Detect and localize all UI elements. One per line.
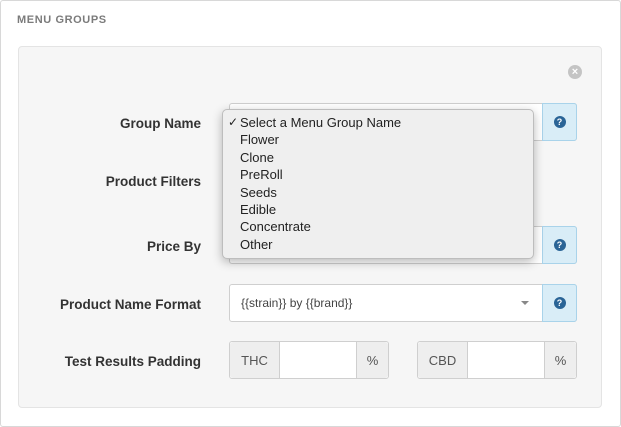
close-icon[interactable]: × (568, 65, 582, 79)
caret-down-icon (521, 301, 529, 305)
thc-percent-addon: % (356, 342, 388, 378)
section-title: MENU GROUPS (17, 14, 107, 26)
test-results-padding-label: Test Results Padding (64, 354, 201, 369)
group-name-help-button[interactable]: ? (542, 103, 577, 141)
question-circle-icon: ? (553, 116, 566, 128)
product-name-format-select[interactable]: {{strain}} by {{brand}} ? (229, 284, 577, 322)
dropdown-option-other[interactable]: Other (223, 236, 533, 253)
dropdown-option-concentrate[interactable]: Concentrate (223, 218, 533, 235)
cbd-input[interactable] (469, 342, 544, 378)
question-circle-icon: ? (553, 239, 566, 251)
checkmark-icon: ✓ (228, 115, 239, 129)
dropdown-option-select-a-menu-group-name[interactable]: ✓ Select a Menu Group Name (223, 114, 533, 131)
group-name-label: Group Name (119, 116, 201, 131)
dropdown-option-seeds[interactable]: Seeds (223, 184, 533, 201)
menu-groups-panel: MENU GROUPS × Group Name ? Product Filte… (0, 0, 621, 427)
dropdown-option-edible[interactable]: Edible (223, 201, 533, 218)
price-by-label: Price By (146, 239, 201, 254)
thc-input[interactable] (281, 342, 356, 378)
cbd-percent-addon: % (544, 342, 576, 378)
thc-input-group: THC % (229, 341, 389, 379)
price-by-help-button[interactable]: ? (542, 226, 577, 264)
dropdown-option-preroll[interactable]: PreRoll (223, 166, 533, 183)
product-name-format-value: {{strain}} by {{brand}} (241, 296, 353, 310)
product-filters-label: Product Filters (105, 174, 201, 189)
product-name-format-help-button[interactable]: ? (542, 284, 577, 322)
dropdown-option-flower[interactable]: Flower (223, 131, 533, 148)
thc-label: THC (230, 342, 280, 378)
group-name-dropdown-menu: ✓ Select a Menu Group Name Flower Clone … (222, 109, 534, 259)
question-circle-icon: ? (553, 297, 566, 309)
cbd-input-group: CBD % (417, 341, 577, 379)
product-name-format-label: Product Name Format (59, 297, 201, 312)
dropdown-option-clone[interactable]: Clone (223, 149, 533, 166)
cbd-label: CBD (418, 342, 468, 378)
